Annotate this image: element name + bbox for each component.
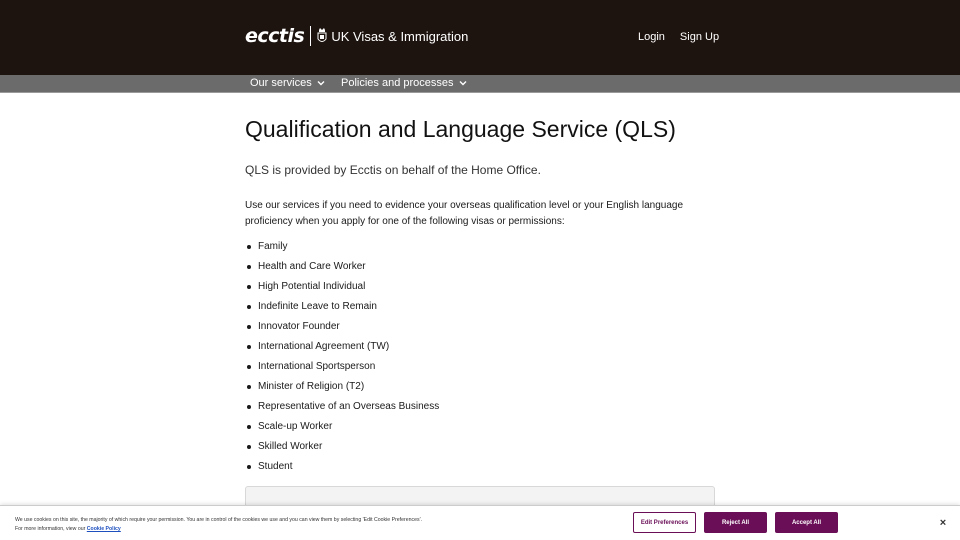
cookie-text-line: For more information, view our Cookie Po…	[15, 525, 575, 534]
nav-policies-processes[interactable]: Policies and processes	[341, 77, 467, 89]
list-item: Indefinite Leave to Remain	[245, 300, 439, 320]
nav-our-services[interactable]: Our services	[250, 77, 325, 89]
list-item: Scale-up Worker	[245, 420, 439, 440]
intro-paragraph: Use our services if you need to evidence…	[245, 200, 684, 227]
cookie-banner: We use cookies on this site, the majorit…	[0, 505, 960, 540]
accept-all-button[interactable]: Accept All	[775, 512, 838, 533]
list-item: Family	[245, 240, 439, 260]
list-item: Minister of Religion (T2)	[245, 380, 439, 400]
list-item: Health and Care Worker	[245, 260, 439, 280]
cookie-text-line: We use cookies on this site, the majorit…	[15, 517, 423, 523]
close-icon[interactable]: ×	[937, 517, 949, 529]
cookie-message: We use cookies on this site, the majorit…	[15, 516, 575, 534]
lead-paragraph: QLS is provided by Ecctis on behalf of t…	[245, 163, 541, 177]
chevron-down-icon	[317, 81, 325, 86]
list-item: International Agreement (TW)	[245, 340, 439, 360]
brand-subtitle: UK Visas & Immigration	[331, 28, 469, 44]
login-link[interactable]: Login	[638, 31, 665, 43]
main-nav: Our services Policies and processes	[0, 75, 960, 93]
account-links: Login Sign Up	[638, 31, 719, 43]
cookie-text-prefix: For more information, view our	[15, 526, 86, 532]
nav-item-label: Policies and processes	[341, 77, 454, 89]
page-title: Qualification and Language Service (QLS)	[245, 116, 676, 142]
list-item: Innovator Founder	[245, 320, 439, 340]
nav-item-label: Our services	[250, 77, 312, 89]
brand-divider	[310, 26, 312, 46]
edit-preferences-button[interactable]: Edit Preferences	[633, 512, 696, 533]
ecctis-logo: ecctis	[245, 25, 305, 47]
main-content: Qualification and Language Service (QLS)…	[245, 114, 715, 472]
cookie-policy-link[interactable]: Cookie Policy	[87, 526, 121, 532]
site-header: ecctis UK Visas & Immigration Login Sign…	[0, 0, 960, 75]
chevron-down-icon	[459, 81, 467, 86]
crown-crest-icon	[317, 28, 327, 42]
reject-all-button[interactable]: Reject All	[704, 512, 767, 533]
list-item: International Sportsperson	[245, 360, 439, 380]
list-item: Representative of an Overseas Business	[245, 400, 439, 420]
signup-link[interactable]: Sign Up	[680, 31, 719, 43]
visa-list: Family Health and Care Worker High Poten…	[245, 240, 439, 480]
list-item: High Potential Individual	[245, 280, 439, 300]
list-item: Skilled Worker	[245, 440, 439, 460]
brand-logo-link[interactable]: ecctis UK Visas & Immigration	[245, 24, 468, 48]
list-item: Student	[245, 460, 439, 480]
